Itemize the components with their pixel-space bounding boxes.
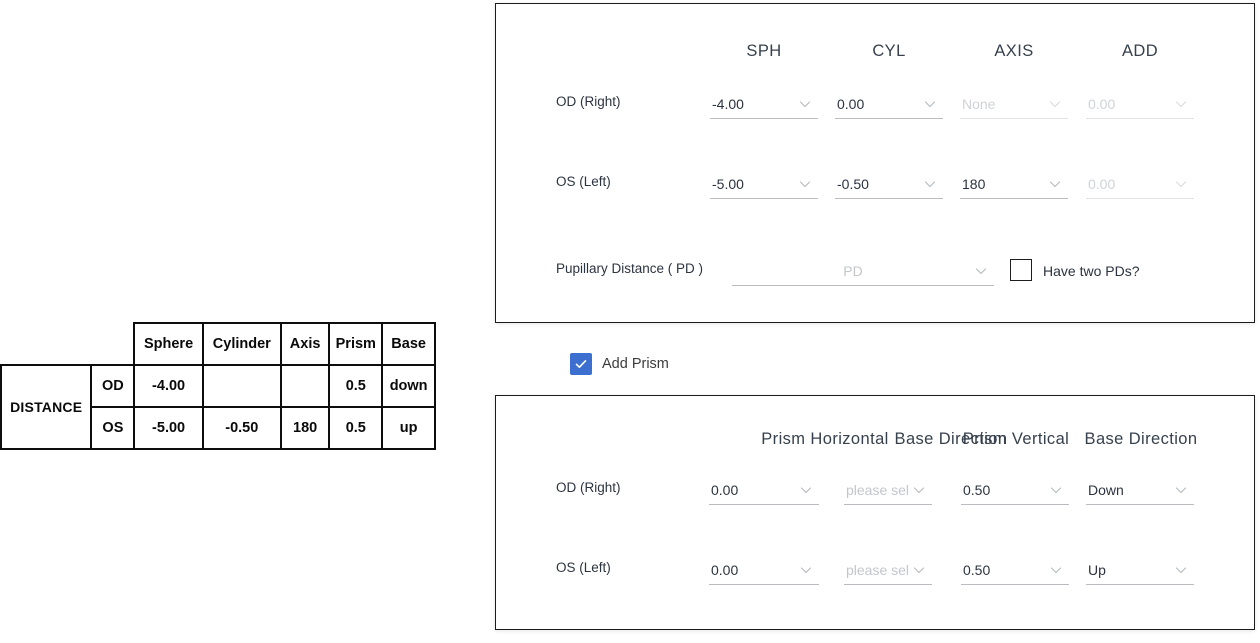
chevron-down-icon xyxy=(912,483,926,497)
chevron-down-icon xyxy=(974,264,988,278)
chevron-down-icon xyxy=(798,177,812,191)
rx-table-corner-blank-2 xyxy=(91,323,134,365)
row-label-od: OD (Right) xyxy=(556,94,621,109)
rx-table: Sphere Cylinder Axis Prism Base DISTANCE… xyxy=(0,322,436,450)
prism-row-label-os: OS (Left) xyxy=(556,560,611,575)
os-base-direction-h-value: please sel xyxy=(844,562,912,578)
row-label-os: OS (Left) xyxy=(556,174,611,189)
prescription-form-card: SPH CYL AXIS ADD OD (Right) -4.00 0.00 N… xyxy=(495,3,1255,323)
chevron-down-icon xyxy=(1048,177,1062,191)
os-cyl-select[interactable]: -0.50 xyxy=(835,169,943,199)
rx-table-header-base: Base xyxy=(382,323,435,365)
column-header-cyl: CYL xyxy=(872,42,905,61)
column-header-axis: AXIS xyxy=(994,42,1033,61)
rx-table-corner-blank xyxy=(1,323,91,365)
rx-table-header-prism: Prism xyxy=(329,323,382,365)
od-base-direction-v-value: Down xyxy=(1086,482,1174,498)
rx-table-od-axis xyxy=(281,365,329,407)
rx-table-od-sphere: -4.00 xyxy=(134,365,202,407)
os-add-select[interactable]: 0.00 xyxy=(1086,169,1194,199)
od-cyl-value: 0.00 xyxy=(835,96,923,112)
chevron-down-icon xyxy=(799,483,813,497)
rx-table-header-sphere: Sphere xyxy=(134,323,202,365)
os-prism-vertical-value: 0.50 xyxy=(961,562,1049,578)
rx-table-od-prism: 0.5 xyxy=(329,365,382,407)
rx-table-od-base: down xyxy=(382,365,435,407)
os-sph-value: -5.00 xyxy=(710,176,798,192)
reference-prescription-table: Sphere Cylinder Axis Prism Base DISTANCE… xyxy=(0,322,436,450)
column-header-sph: SPH xyxy=(746,42,781,61)
column-header-add: ADD xyxy=(1122,42,1158,61)
prism-row-label-od: OD (Right) xyxy=(556,480,621,495)
chevron-down-icon xyxy=(1174,177,1188,191)
column-header-prism-vertical: Prism Vertical xyxy=(963,430,1069,449)
od-base-direction-v-select[interactable]: Down xyxy=(1086,475,1194,505)
od-prism-horizontal-select[interactable]: 0.00 xyxy=(709,475,819,505)
os-cyl-value: -0.50 xyxy=(835,176,923,192)
chevron-down-icon xyxy=(1174,97,1188,111)
os-sph-select[interactable]: -5.00 xyxy=(710,169,818,199)
os-base-direction-h-select[interactable]: please sel xyxy=(844,555,932,585)
os-prism-horizontal-select[interactable]: 0.00 xyxy=(709,555,819,585)
prism-form-card: Prism Horizontal Base Direction Prism Ve… xyxy=(495,395,1255,630)
os-axis-select[interactable]: 180 xyxy=(960,169,1068,199)
chevron-down-icon xyxy=(923,177,937,191)
os-base-direction-v-value: Up xyxy=(1086,562,1174,578)
rx-table-os-sphere: -5.00 xyxy=(134,407,202,449)
os-prism-vertical-select[interactable]: 0.50 xyxy=(961,555,1069,585)
rx-table-eye-os: OS xyxy=(91,407,134,449)
chevron-down-icon xyxy=(912,563,926,577)
pd-select[interactable]: PD xyxy=(732,256,994,286)
pupillary-distance-label: Pupillary Distance ( PD ) xyxy=(556,261,703,276)
rx-table-os-cylinder: -0.50 xyxy=(203,407,281,449)
rx-table-header-cylinder: Cylinder xyxy=(203,323,281,365)
rx-table-os-base: up xyxy=(382,407,435,449)
add-prism-row[interactable]: Add Prism xyxy=(570,353,669,375)
chevron-down-icon xyxy=(1049,483,1063,497)
chevron-down-icon xyxy=(799,563,813,577)
chevron-down-icon xyxy=(923,97,937,111)
od-base-direction-h-select[interactable]: please sel xyxy=(844,475,932,505)
od-add-value: 0.00 xyxy=(1086,96,1174,112)
os-prism-horizontal-value: 0.00 xyxy=(709,562,799,578)
os-add-value: 0.00 xyxy=(1086,176,1174,192)
pd-placeholder: PD xyxy=(732,263,974,279)
od-axis-value: None xyxy=(960,96,1048,112)
have-two-pds-label: Have two PDs? xyxy=(1043,263,1139,279)
column-header-base-direction-v: Base Direction xyxy=(1085,430,1198,449)
chevron-down-icon xyxy=(1174,483,1188,497)
od-add-select[interactable]: 0.00 xyxy=(1086,89,1194,119)
column-header-prism-horizontal: Prism Horizontal xyxy=(761,430,888,449)
od-prism-vertical-value: 0.50 xyxy=(961,482,1049,498)
rx-table-os-prism: 0.5 xyxy=(329,407,382,449)
od-axis-select[interactable]: None xyxy=(960,89,1068,119)
rx-table-header-axis: Axis xyxy=(281,323,329,365)
chevron-down-icon xyxy=(1049,563,1063,577)
table-row: DISTANCE OD -4.00 0.5 down xyxy=(1,365,435,407)
rx-table-eye-od: OD xyxy=(91,365,134,407)
os-axis-value: 180 xyxy=(960,176,1048,192)
have-two-pds-checkbox[interactable] xyxy=(1010,259,1032,281)
add-prism-checkbox[interactable] xyxy=(570,353,592,375)
od-prism-vertical-select[interactable]: 0.50 xyxy=(961,475,1069,505)
check-icon xyxy=(573,356,589,372)
od-cyl-select[interactable]: 0.00 xyxy=(835,89,943,119)
chevron-down-icon xyxy=(1048,97,1062,111)
rx-table-od-cylinder xyxy=(203,365,281,407)
od-sph-value: -4.00 xyxy=(710,96,798,112)
od-base-direction-h-value: please sel xyxy=(844,482,912,498)
chevron-down-icon xyxy=(798,97,812,111)
rx-table-os-axis: 180 xyxy=(281,407,329,449)
chevron-down-icon xyxy=(1174,563,1188,577)
od-sph-select[interactable]: -4.00 xyxy=(710,89,818,119)
os-base-direction-v-select[interactable]: Up xyxy=(1086,555,1194,585)
add-prism-label: Add Prism xyxy=(602,356,669,372)
od-prism-horizontal-value: 0.00 xyxy=(709,482,799,498)
rx-table-header-row: Sphere Cylinder Axis Prism Base xyxy=(1,323,435,365)
rx-table-section-distance: DISTANCE xyxy=(1,365,91,449)
